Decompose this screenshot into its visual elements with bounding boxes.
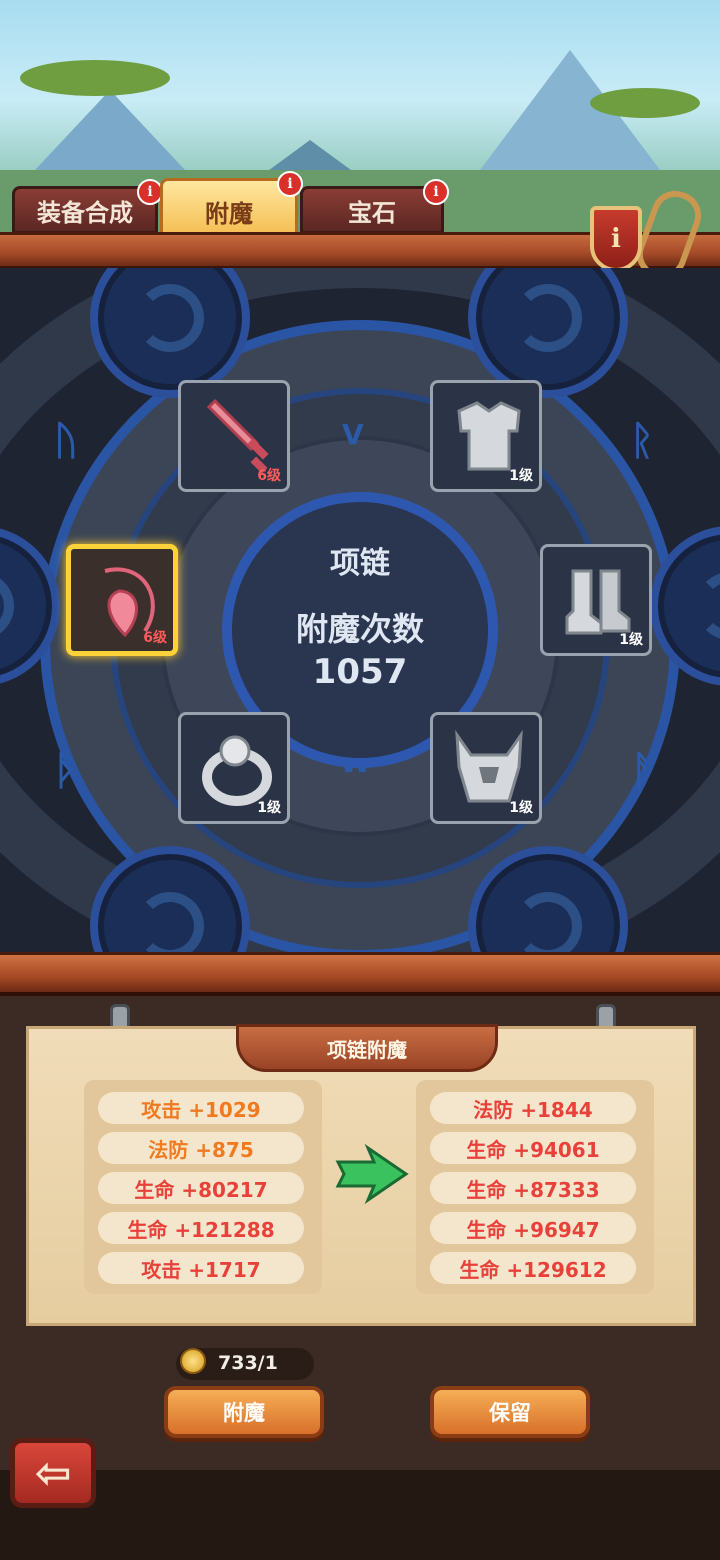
gold-coin-icon <box>180 1348 206 1374</box>
rune-icon: ᚦ <box>54 748 78 794</box>
slot-necklace[interactable]: 6级 <box>66 544 178 656</box>
slot-level: 1级 <box>619 632 643 648</box>
current-stat: 攻击 +1029 <box>98 1092 304 1124</box>
slot-sword[interactable]: 6级 <box>178 380 290 492</box>
enchant-button-label: 附魔 <box>223 1401 265 1425</box>
rune-icon: ᚱ <box>630 418 654 464</box>
tab-gems[interactable]: 宝石 i <box>300 179 449 234</box>
panel-title: 项链附魔 <box>236 1024 498 1072</box>
info-icon: i <box>611 224 621 254</box>
back-button[interactable]: ⇦ <box>10 1438 96 1508</box>
slot-level: 6级 <box>143 630 167 646</box>
info-shield-button[interactable]: i <box>590 206 642 272</box>
tree-canopy <box>590 88 700 118</box>
slot-level: 6级 <box>257 468 281 484</box>
arrow-right-icon <box>335 1144 409 1204</box>
rune-icon: ᚢ <box>54 418 78 464</box>
rune-icon: V <box>342 418 364 451</box>
panel-title-text: 项链附魔 <box>327 1037 407 1062</box>
slot-level: 1级 <box>257 800 281 816</box>
tab-equipment-synthesis[interactable]: 装备合成 i <box>12 179 163 234</box>
selected-item-name: 项链 <box>330 546 390 581</box>
slot-helmet[interactable]: 1级 <box>430 712 542 824</box>
current-stat: 生命 +121288 <box>98 1212 304 1244</box>
slot-ring[interactable]: 1级 <box>178 712 290 824</box>
rune-icon: ᚨ <box>630 748 654 794</box>
new-stats-box: 法防 +1844 生命 +94061 生命 +87333 生命 +96947 生… <box>416 1080 654 1294</box>
current-stat: 法防 +875 <box>98 1132 304 1164</box>
new-stat: 生命 +129612 <box>430 1252 636 1284</box>
slot-level: 1级 <box>509 468 533 484</box>
tree-canopy <box>20 60 170 96</box>
new-stat: 法防 +1844 <box>430 1092 636 1124</box>
tab-label: 宝石 <box>348 198 396 227</box>
new-stat: 生命 +87333 <box>430 1172 636 1204</box>
tab-label: 装备合成 <box>37 198 133 227</box>
enchant-button[interactable]: 附魔 <box>164 1386 324 1438</box>
enchant-count-value: 1057 <box>312 652 408 692</box>
floor <box>0 1470 720 1560</box>
back-arrow-icon: ⇦ <box>34 1447 72 1499</box>
cost-value: 733/1 <box>218 1352 278 1374</box>
new-stat: 生命 +94061 <box>430 1132 636 1164</box>
new-stat: 生命 +96947 <box>430 1212 636 1244</box>
keep-button[interactable]: 保留 <box>430 1386 590 1438</box>
current-stats-box: 攻击 +1029 法防 +875 生命 +80217 生命 +121288 攻击… <box>84 1080 322 1294</box>
tab-label: 附魔 <box>205 199 253 228</box>
slot-boots[interactable]: 1级 <box>540 544 652 656</box>
slot-level: 1级 <box>509 800 533 816</box>
current-stat: 攻击 +1717 <box>98 1252 304 1284</box>
current-stat: 生命 +80217 <box>98 1172 304 1204</box>
enchant-count-label: 附魔次数 <box>295 610 424 648</box>
wood-plank-middle <box>0 952 720 996</box>
keep-button-label: 保留 <box>489 1401 531 1425</box>
info-badge-icon: i <box>423 179 449 205</box>
slot-armor[interactable]: 1级 <box>430 380 542 492</box>
